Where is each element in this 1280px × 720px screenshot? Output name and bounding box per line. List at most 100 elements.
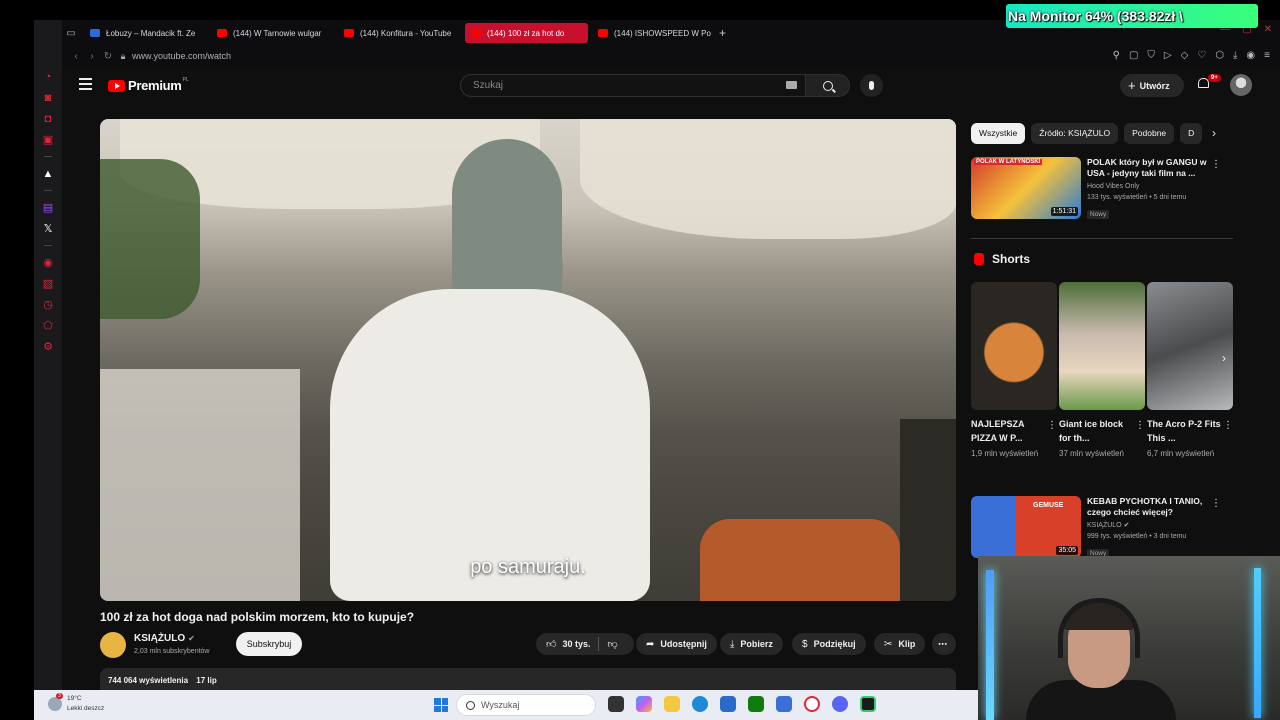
thanks-button[interactable]: $ Podziękuj xyxy=(792,633,866,655)
browser-tab-2[interactable]: (144) W Tarnowie wulgar xyxy=(211,23,334,43)
chip-all[interactable]: Wszystkie xyxy=(971,123,1026,144)
lock-icon[interactable]: 🔒︎ xyxy=(116,51,130,62)
dislike-icon[interactable]: 👎︎ xyxy=(607,638,617,650)
kebab-menu-icon[interactable]: ⋮ xyxy=(1135,420,1145,431)
chip-related[interactable]: Podobne xyxy=(1124,123,1175,144)
keyboard-icon[interactable] xyxy=(786,81,797,89)
chip-more[interactable]: D xyxy=(1180,123,1203,144)
recommendation-title[interactable]: KEBAB PYCHOTKA I TANIO, czego chcieć wię… xyxy=(1087,496,1217,518)
clip-button[interactable]: ✂ Klip xyxy=(874,633,926,655)
kebab-menu-icon[interactable]: ⋮ xyxy=(1211,159,1221,170)
more-actions-button[interactable]: ⋯ xyxy=(932,633,956,655)
chevron-right-icon[interactable]: › xyxy=(1212,126,1216,140)
edge-icon[interactable] xyxy=(692,696,708,712)
history-icon[interactable]: ◷ xyxy=(41,298,55,312)
app-icon[interactable] xyxy=(860,696,876,712)
x-twitter-icon[interactable]: 𝕏 xyxy=(41,222,55,236)
heart-icon[interactable]: ♡ xyxy=(1197,50,1206,61)
video-player[interactable]: po samuraju. xyxy=(100,119,956,601)
recommendation-channel[interactable]: KSIĄŻULO ✔ xyxy=(1087,521,1217,531)
screen: ◯ ▭ Łobuzy – Mandacik ft. Ze (144) W Tar… xyxy=(0,0,1280,720)
create-button[interactable]: + Utwórz xyxy=(1120,74,1184,97)
recommendation-item[interactable]: POLAK W LATYNOSKI 1:51:31 POLAK który by… xyxy=(971,157,1221,221)
kebab-menu-icon[interactable]: ⋮ xyxy=(1211,498,1221,509)
channel-name[interactable]: KSIĄŻULO ✔ xyxy=(134,633,195,644)
bookmark-icon[interactable]: ◇ xyxy=(1181,50,1189,61)
aria-icon[interactable]: ◔ xyxy=(41,70,55,84)
windows-start-icon[interactable] xyxy=(434,698,448,712)
weather-widget[interactable]: 3 19°C Lekki deszcz xyxy=(48,693,104,714)
search-input[interactable]: Szukaj xyxy=(460,74,806,97)
back-icon[interactable]: ‹ xyxy=(68,51,84,62)
shield-icon[interactable]: ⛉ xyxy=(1147,50,1155,61)
forward-icon[interactable]: › xyxy=(84,51,100,62)
account-avatar[interactable] xyxy=(1230,74,1252,96)
short-thumbnail[interactable] xyxy=(971,282,1057,410)
twitch-icon[interactable]: ▤ xyxy=(41,201,55,215)
download-button[interactable]: ⤓ Pobierz xyxy=(720,633,783,655)
kebab-menu-icon[interactable]: ⋮ xyxy=(1047,420,1057,431)
url-field[interactable]: www.youtube.com/watch xyxy=(132,51,231,61)
subscribe-button[interactable]: Subskrybuj xyxy=(236,632,302,656)
kebab-menu-icon[interactable]: ⋮ xyxy=(1223,420,1233,431)
store-icon[interactable] xyxy=(720,696,736,712)
extensions-icon[interactable]: ⬠ xyxy=(41,319,55,333)
chip-source[interactable]: Źródło: KSIĄŻULO xyxy=(1031,123,1119,144)
short-thumbnail[interactable] xyxy=(1059,282,1145,410)
short-item[interactable]: The Acro P-2 Fits This ... 6,7 mln wyświ… xyxy=(1147,282,1233,460)
search-button[interactable] xyxy=(806,74,850,97)
menu-icon[interactable]: ≡ xyxy=(1264,50,1270,61)
snapshot-icon[interactable]: ▢ xyxy=(1129,50,1138,61)
browser-tab-4-active[interactable]: (144) 100 zł za hot do xyxy=(465,23,588,43)
recommendation-channel[interactable]: Hood Vibes Only xyxy=(1087,182,1217,192)
tab-label: (144) 100 zł za hot do xyxy=(487,28,565,38)
app-icon[interactable] xyxy=(776,696,792,712)
file-explorer-icon[interactable] xyxy=(664,696,680,712)
task-view-icon[interactable] xyxy=(608,696,624,712)
new-tab-icon[interactable]: + xyxy=(719,26,726,40)
close-icon[interactable]: ✕ xyxy=(1264,24,1272,35)
tab-workspace-icon[interactable]: ▭ xyxy=(62,28,80,39)
extensions-icon[interactable]: ⬡ xyxy=(1215,50,1224,61)
short-thumbnail[interactable] xyxy=(1147,282,1233,410)
pin-icon[interactable]: ⚲ xyxy=(1113,50,1120,61)
profile-icon[interactable]: ◉ xyxy=(1246,50,1255,61)
wallet-icon[interactable]: ◙ xyxy=(41,91,55,105)
artificial-icon[interactable]: ▲ xyxy=(41,167,55,181)
short-item[interactable]: NAJLEPSZA PIZZA W P... 1,9 mln wyświetle… xyxy=(971,282,1057,460)
short-item[interactable]: Giant ice block for th... 37 mln wyświet… xyxy=(1059,282,1145,460)
xbox-icon[interactable] xyxy=(748,696,764,712)
player-icon[interactable]: ◉ xyxy=(41,256,55,270)
discord-icon[interactable] xyxy=(832,696,848,712)
share-button[interactable]: ➦ Udostępnij xyxy=(636,633,717,655)
browser-tab-1[interactable]: Łobuzy – Mandacik ft. Ze xyxy=(84,23,207,43)
reload-icon[interactable]: ↻ xyxy=(100,51,116,62)
description-box[interactable]: 744 064 wyświetlenia 17 lip xyxy=(100,668,956,690)
browser-tab-5[interactable]: (144) ISHOWSPEED W Po xyxy=(592,23,715,43)
like-icon[interactable]: 👍︎ xyxy=(546,638,556,650)
copilot-icon[interactable] xyxy=(636,696,652,712)
messenger-icon[interactable]: ◘ xyxy=(41,112,55,126)
recommendation-thumbnail[interactable]: POLAK W LATYNOSKI 1:51:31 xyxy=(971,157,1081,219)
chevron-right-icon[interactable]: › xyxy=(1222,351,1226,365)
recommendation-title[interactable]: POLAK który był w GANGU w USA - jedyny t… xyxy=(1087,157,1217,179)
scissors-icon: ✂ xyxy=(884,638,893,650)
opera-gx-icon[interactable] xyxy=(804,696,820,712)
player-icon[interactable]: ▷ xyxy=(1164,50,1172,61)
youtube-logo[interactable]: Premium PL xyxy=(108,77,189,93)
channel-avatar[interactable] xyxy=(100,632,126,658)
recommendation-item[interactable]: GEMUSE 35:05 KEBAB PYCHOTKA I TANIO, cze… xyxy=(971,496,1221,560)
settings-icon[interactable]: ⚙ xyxy=(41,340,55,354)
download-icon[interactable]: ⤓ xyxy=(1233,50,1237,61)
hamburger-menu-icon[interactable] xyxy=(79,78,92,93)
short-title[interactable]: The Acro P-2 Fits This ... xyxy=(1147,417,1223,445)
like-count[interactable]: 30 tys. xyxy=(562,639,590,649)
taskbar-search-input[interactable]: Wyszukaj xyxy=(456,694,596,716)
short-title[interactable]: Giant ice block for th... xyxy=(1059,417,1135,445)
short-title[interactable]: NAJLEPSZA PIZZA W P... xyxy=(971,417,1047,445)
browser-tab-3[interactable]: (144) Konfitura - YouTube xyxy=(338,23,461,43)
voice-search-button[interactable] xyxy=(860,74,883,97)
news-icon[interactable]: ▣ xyxy=(41,133,55,147)
recommendation-thumbnail[interactable]: GEMUSE 35:05 xyxy=(971,496,1081,558)
pinboard-icon[interactable]: ▧ xyxy=(41,277,55,291)
